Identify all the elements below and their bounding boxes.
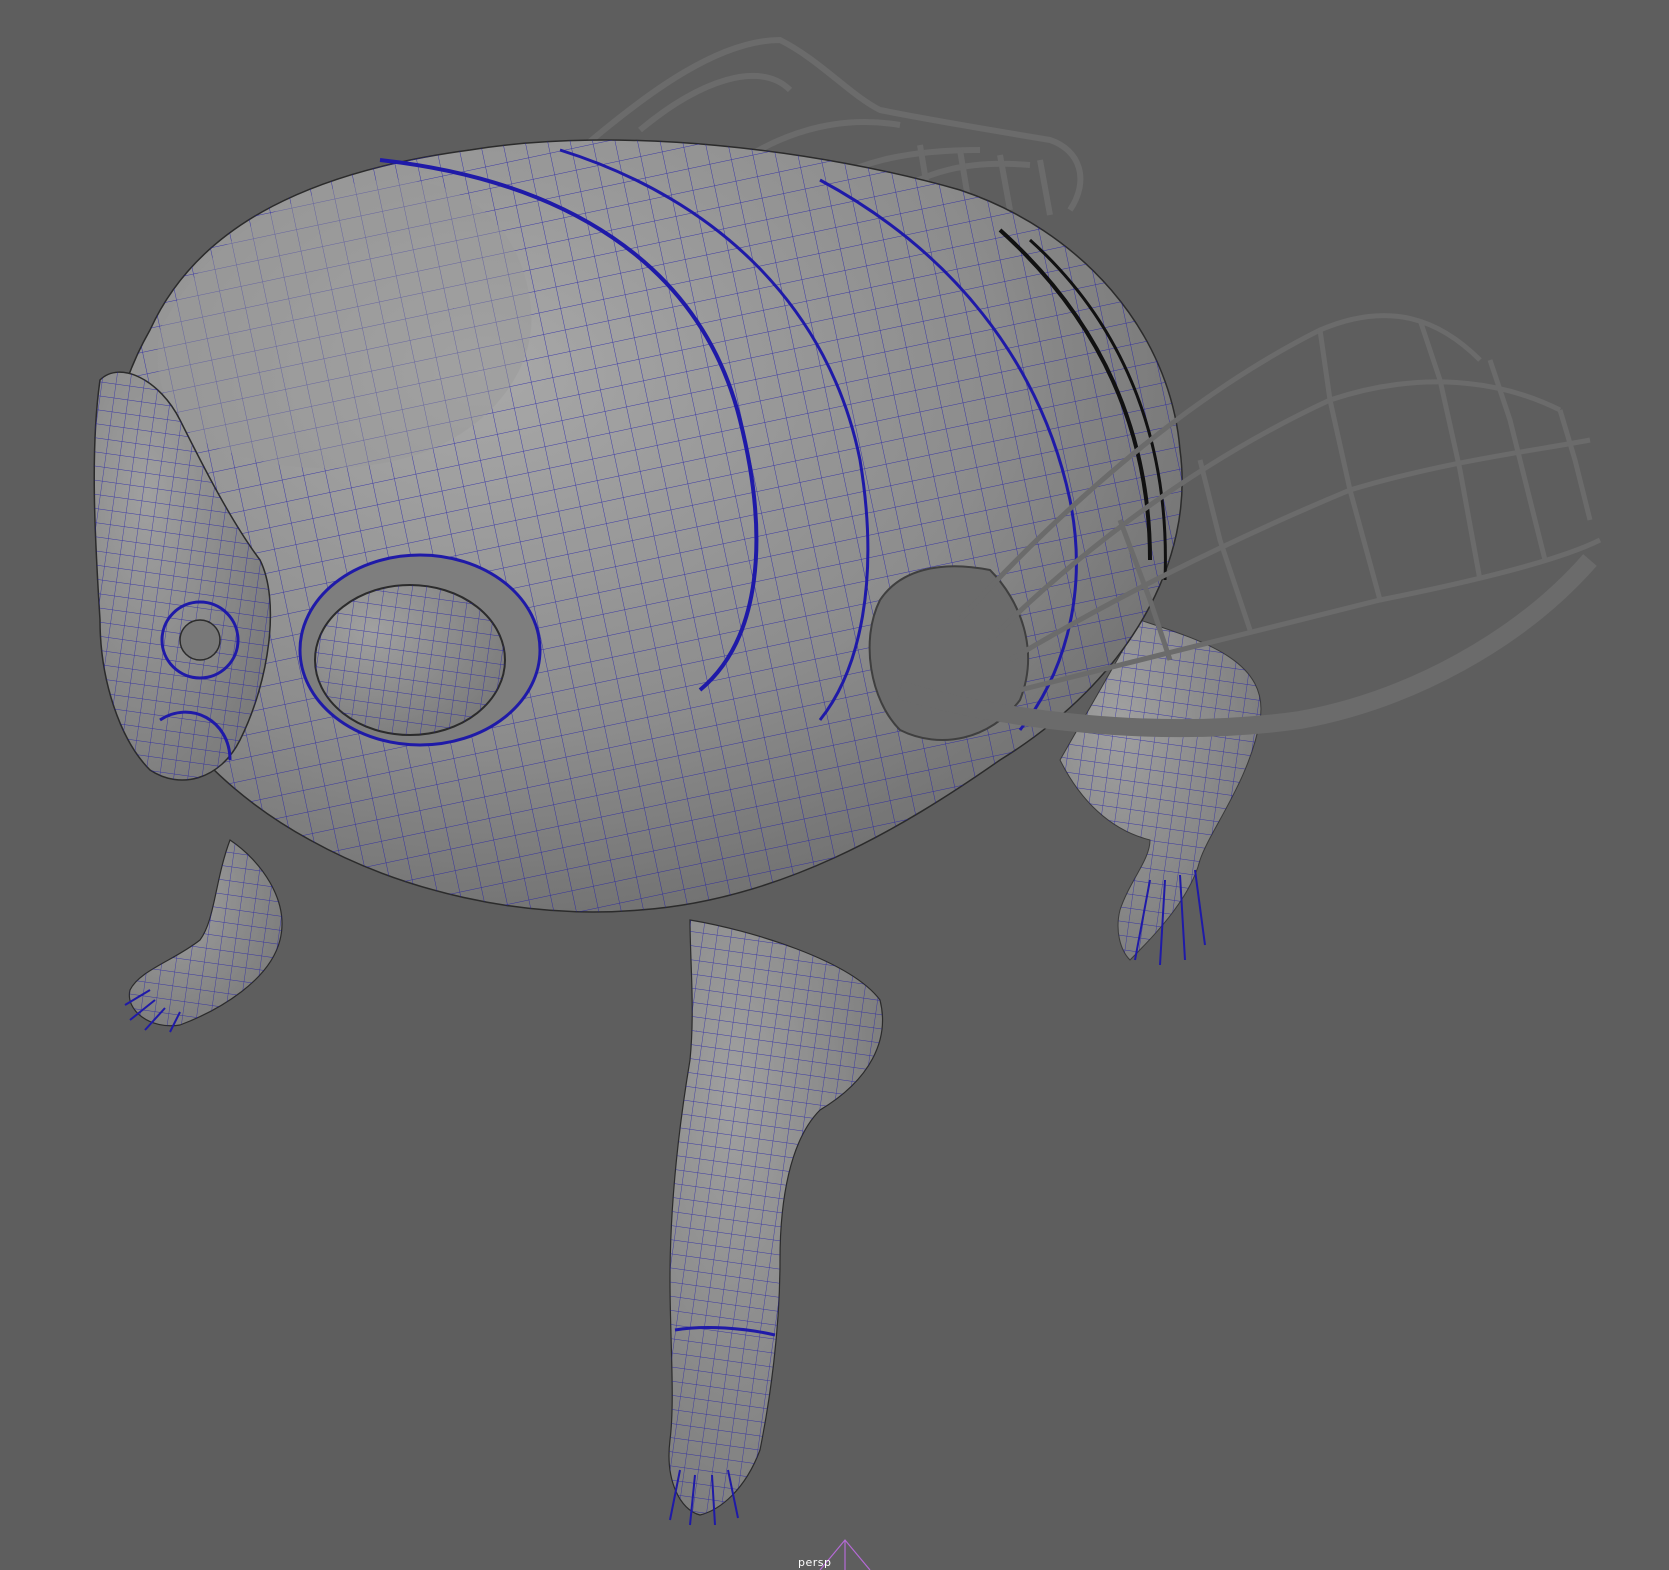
- camera-name-label: persp: [798, 1556, 832, 1569]
- left-front-leg[interactable]: [124, 839, 283, 1033]
- eye-socket[interactable]: [298, 553, 542, 747]
- viewport-3d[interactable]: persp: [0, 0, 1669, 1570]
- scene-view[interactable]: [0, 0, 1669, 1570]
- creature-body[interactable]: [105, 139, 1183, 913]
- center-leg[interactable]: [668, 919, 884, 1526]
